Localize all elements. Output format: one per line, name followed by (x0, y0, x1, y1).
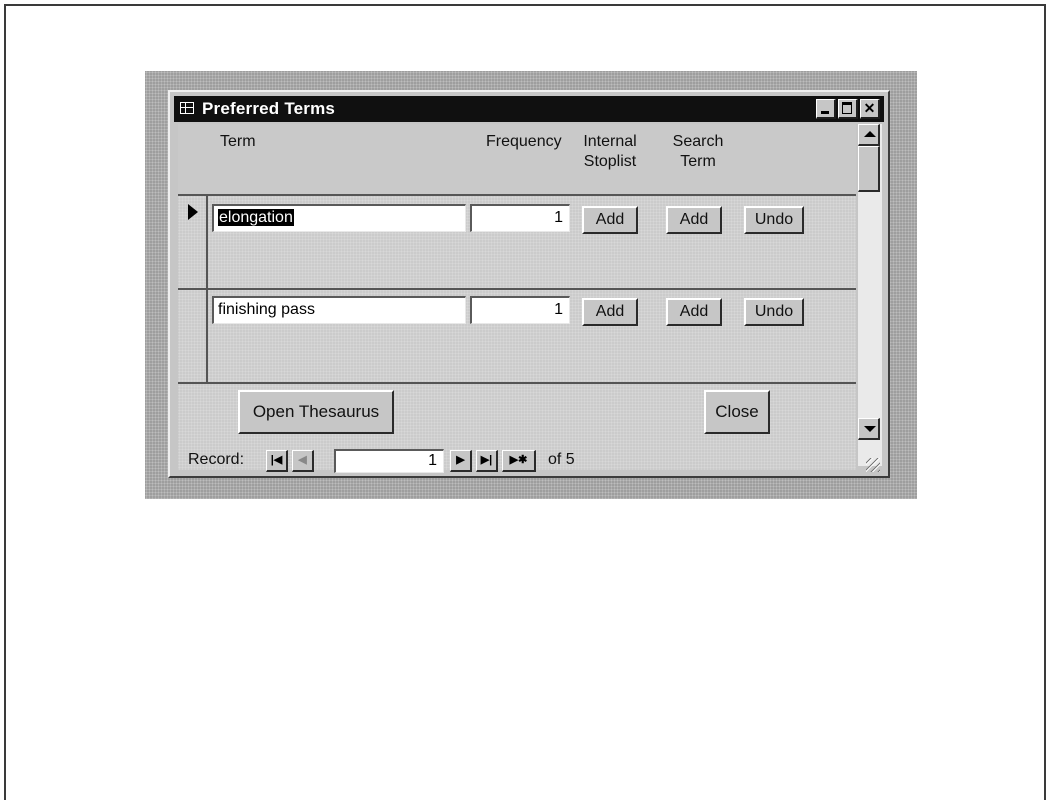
open-thesaurus-button[interactable]: Open Thesaurus (238, 390, 394, 434)
close-window-button[interactable]: ✕ (860, 99, 880, 119)
search-term-column-header: Search Term (668, 132, 728, 172)
add-to-stoplist-button[interactable]: Add (582, 206, 638, 234)
last-record-icon: ▶| (480, 454, 493, 466)
record-selector[interactable] (178, 196, 208, 288)
frequency-column-header: Frequency (486, 133, 562, 150)
term-column-header: Term (220, 133, 256, 150)
term-field-value: elongation (218, 209, 294, 226)
form-header: Term Frequency Internal Stoplist Search … (178, 124, 856, 196)
arrow-up-icon (864, 131, 876, 137)
scroll-up-button[interactable] (858, 124, 880, 146)
next-record-button[interactable]: ▶ (450, 450, 472, 472)
internal-stoplist-header-line1: Internal (583, 133, 637, 150)
maximize-icon (842, 102, 852, 114)
record-selector[interactable] (178, 290, 208, 382)
term-field[interactable]: finishing pass (212, 296, 466, 324)
close-icon: ✕ (863, 100, 876, 116)
add-search-term-button[interactable]: Add (666, 206, 722, 234)
preferred-terms-window: Preferred Terms ✕ Term Frequency Interna… (168, 90, 890, 478)
new-record-icon: ▶✱ (509, 454, 528, 466)
minimize-icon (821, 111, 829, 114)
next-record-icon: ▶ (456, 454, 465, 466)
current-record-pointer-icon (188, 204, 198, 220)
first-record-icon: |◀ (270, 454, 283, 466)
add-search-term-button[interactable]: Add (666, 298, 722, 326)
scroll-thumb[interactable] (858, 146, 880, 192)
arrow-down-icon (864, 426, 876, 432)
term-field[interactable]: elongation (212, 204, 466, 232)
add-to-stoplist-button[interactable]: Add (582, 298, 638, 326)
frequency-field[interactable]: 1 (470, 296, 570, 324)
undo-button[interactable]: Undo (744, 298, 804, 326)
scroll-down-button[interactable] (858, 418, 880, 440)
new-record-button[interactable]: ▶✱ (502, 450, 536, 472)
maximize-button[interactable] (838, 99, 858, 119)
record-label: Record: (188, 451, 245, 468)
search-term-header-line1: Search (672, 133, 724, 150)
term-row: finishing pass 1 Add Add Undo (178, 290, 856, 384)
window-title: Preferred Terms (202, 99, 336, 118)
first-record-button[interactable]: |◀ (266, 450, 288, 472)
close-button[interactable]: Close (704, 390, 770, 434)
undo-button[interactable]: Undo (744, 206, 804, 234)
last-record-button[interactable]: ▶| (476, 450, 498, 472)
internal-stoplist-header-line2: Stoplist (583, 153, 637, 170)
vertical-scrollbar[interactable] (858, 124, 882, 466)
record-navigation-bar: Record: |◀ ◀ 1 ▶ ▶| ▶✱ of 5 (174, 448, 882, 474)
record-count-label: of 5 (548, 451, 575, 468)
previous-record-button[interactable]: ◀ (292, 450, 314, 472)
search-term-header-line2: Term (680, 153, 716, 170)
title-bar[interactable]: Preferred Terms ✕ (174, 96, 884, 122)
term-row: elongation 1 Add Add Undo (178, 196, 856, 290)
previous-record-icon: ◀ (298, 454, 307, 466)
minimize-button[interactable] (816, 99, 836, 119)
form-area: Term Frequency Internal Stoplist Search … (178, 124, 856, 470)
resize-grip-icon[interactable] (866, 458, 880, 472)
form-icon (180, 102, 194, 114)
frequency-field[interactable]: 1 (470, 204, 570, 232)
internal-stoplist-column-header: Internal Stoplist (580, 132, 640, 172)
record-number-field[interactable]: 1 (334, 449, 444, 473)
